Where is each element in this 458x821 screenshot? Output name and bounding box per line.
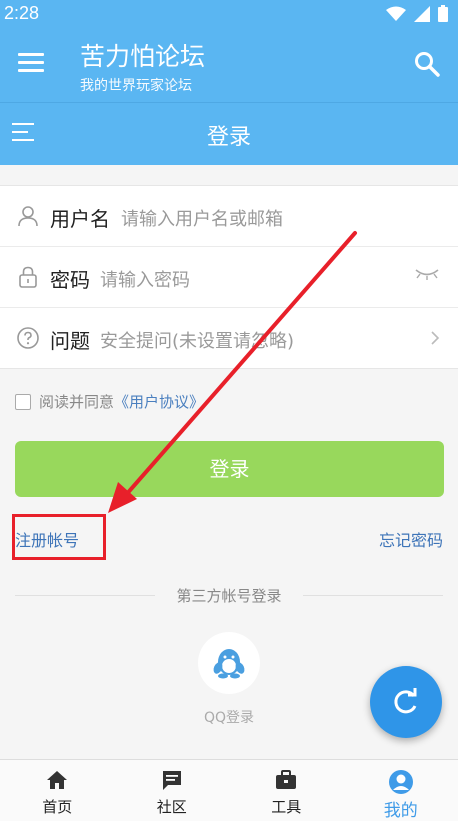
annotation-arrow xyxy=(0,0,458,820)
